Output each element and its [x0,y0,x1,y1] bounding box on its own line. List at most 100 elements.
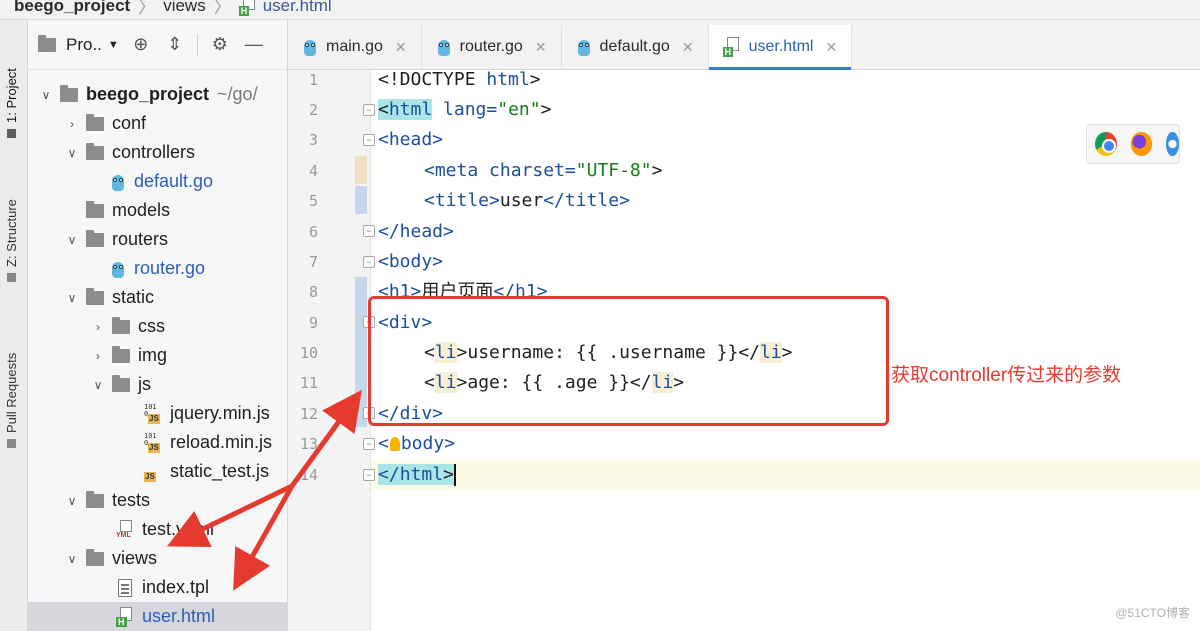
code-line-1[interactable]: <!DOCTYPE html> [378,65,541,95]
chrome-icon[interactable] [1095,132,1117,156]
tree-item-label: views [112,548,158,568]
chevron-down-icon[interactable]: ∨ [38,87,54,103]
line-number: 12 [299,405,318,423]
chevron-right-icon[interactable]: › [90,348,106,364]
project-tool-label: 1: Project [4,68,19,123]
chevron-down-icon[interactable]: ∨ [64,232,80,248]
tree-item-tests[interactable]: ∨ tests [28,486,288,515]
html-file-icon: H [722,37,741,57]
code-line-6[interactable]: </head> [378,217,454,247]
chevron-down-icon[interactable]: ∨ [64,145,80,161]
gear-icon[interactable]: ⚙ [208,33,232,57]
vcs-added-marker[interactable] [355,186,367,214]
close-icon[interactable]: ✕ [395,39,407,56]
code-line-11[interactable]: <li>age: {{ .age }}</li> [424,368,684,398]
tab-main-go[interactable]: main.go ✕ [288,25,422,69]
close-icon[interactable]: ✕ [825,39,837,56]
tree-item-img[interactable]: › img [28,341,288,370]
folder-icon [86,113,104,131]
project-panel-toolbar: Pro.. ▼ ⊕ ⇕ ⚙ — [28,20,287,70]
close-icon[interactable]: ✕ [682,39,694,56]
tree-item-label: beego_project [86,84,210,104]
fold-icon[interactable]: − [363,316,375,328]
fold-icon[interactable]: − [363,256,375,268]
code-line-7[interactable]: <body> [378,247,443,277]
firefox-icon[interactable] [1130,132,1153,156]
breadcrumb-project[interactable]: beego_project [14,0,130,16]
go-file-icon [302,37,318,57]
tree-item-label: models [112,200,171,220]
chevron-right-icon[interactable]: › [90,319,106,335]
tree-item-label: static [112,287,155,307]
breadcrumb-folder[interactable]: views [163,0,206,16]
tab-default-go[interactable]: default.go ✕ [562,25,709,69]
tree-item-index-tpl[interactable]: index.tpl [28,573,288,602]
fold-icon[interactable]: − [363,438,375,450]
tab-user-html[interactable]: H user.html ✕ [708,25,853,70]
code-line-4[interactable]: <meta charset="UTF-8"> [424,156,662,186]
chevron-down-icon: ▼ [107,38,119,51]
line-number: 2 [308,101,318,119]
tree-item-controllers[interactable]: ∨ controllers [28,138,288,167]
collapse-all-icon[interactable]: ⇕ [163,33,187,57]
tree-item-reload-min-js[interactable]: 101 0 JS reload.min.js [28,428,288,457]
code-line-13[interactable]: < body> [378,429,455,459]
chevron-down-icon[interactable]: ∨ [64,290,80,306]
folder-icon [86,548,104,566]
pull-requests-tool-tab[interactable]: Pull Requests [4,353,19,448]
code-line-8[interactable]: <h1>用户页面</h1> [378,277,548,307]
pull-requests-icon [7,439,16,448]
chevron-down-icon[interactable]: ∨ [64,493,80,509]
tree-item-routers[interactable]: ∨ routers [28,225,288,254]
locate-target-icon[interactable]: ⊕ [129,33,153,57]
code-line-14[interactable]: </html> [378,460,456,490]
fold-icon[interactable]: − [363,407,375,419]
tree-item-label: router.go [134,258,206,278]
close-icon[interactable]: ✕ [535,39,547,56]
folder-icon [86,490,104,508]
breadcrumb-file[interactable]: H user.html [238,0,332,16]
code-line-5[interactable]: <title>user</title> [424,186,630,216]
structure-tool-tab[interactable]: Z: Structure [4,199,19,282]
chevron-down-icon[interactable]: ∨ [64,551,80,567]
tree-item-label: user.html [142,606,216,626]
tree-item-js[interactable]: ∨ js [28,370,288,399]
tree-item-test-yaml[interactable]: YML test.yaml [28,515,288,544]
project-tool-tab[interactable]: 1: Project [4,68,19,138]
tree-item-beego-project[interactable]: ∨ beego_project ~/go/ [28,80,288,109]
code-line-10[interactable]: <li>username: {{ .username }}</li> [424,338,793,368]
project-view-selector[interactable]: Pro.. ▼ [66,35,119,55]
tree-item-css[interactable]: › css [28,312,288,341]
fold-icon[interactable]: − [363,104,375,116]
code-line-3[interactable]: <head> [378,125,443,155]
tree-item-static[interactable]: ∨ static [28,283,288,312]
fold-icon[interactable]: − [363,225,375,237]
tree-item-views[interactable]: ∨ views [28,544,288,573]
tab-router-go[interactable]: router.go ✕ [422,25,562,69]
chevron-right-icon[interactable]: › [64,116,80,132]
gutter-divider [370,70,371,631]
fold-icon[interactable]: − [363,469,375,481]
tree-item-path: ~/go/ [217,84,258,104]
tree-item-conf[interactable]: › conf [28,109,288,138]
safari-icon[interactable] [1166,132,1179,156]
tree-item-default-go[interactable]: default.go [28,167,288,196]
code-line-2[interactable]: <html lang="en"> [378,95,551,125]
code-line-9[interactable]: <div> [378,308,432,338]
fold-icon[interactable]: − [363,134,375,146]
chevron-down-icon[interactable]: ∨ [90,377,106,393]
tree-item-static-test-js[interactable]: JS static_test.js [28,457,288,486]
html-file-icon: H [116,606,134,627]
tree-item-jquery-min-js[interactable]: 101 0 JS jquery.min.js [28,399,288,428]
vcs-added-marker[interactable] [355,277,367,427]
hide-panel-icon[interactable]: — [242,33,266,57]
tree-item-user-html[interactable]: H user.html [28,602,288,631]
tree-item-models[interactable]: models [28,196,288,225]
tree-item-router-go[interactable]: router.go [28,254,288,283]
code-line-12[interactable]: </div> [378,399,443,429]
line-number: 5 [308,192,318,210]
intention-bulb-icon[interactable] [389,437,400,451]
line-number: 7 [308,253,318,271]
vcs-modified-marker[interactable] [355,156,367,184]
tree-item-label: test.yaml [142,519,215,539]
